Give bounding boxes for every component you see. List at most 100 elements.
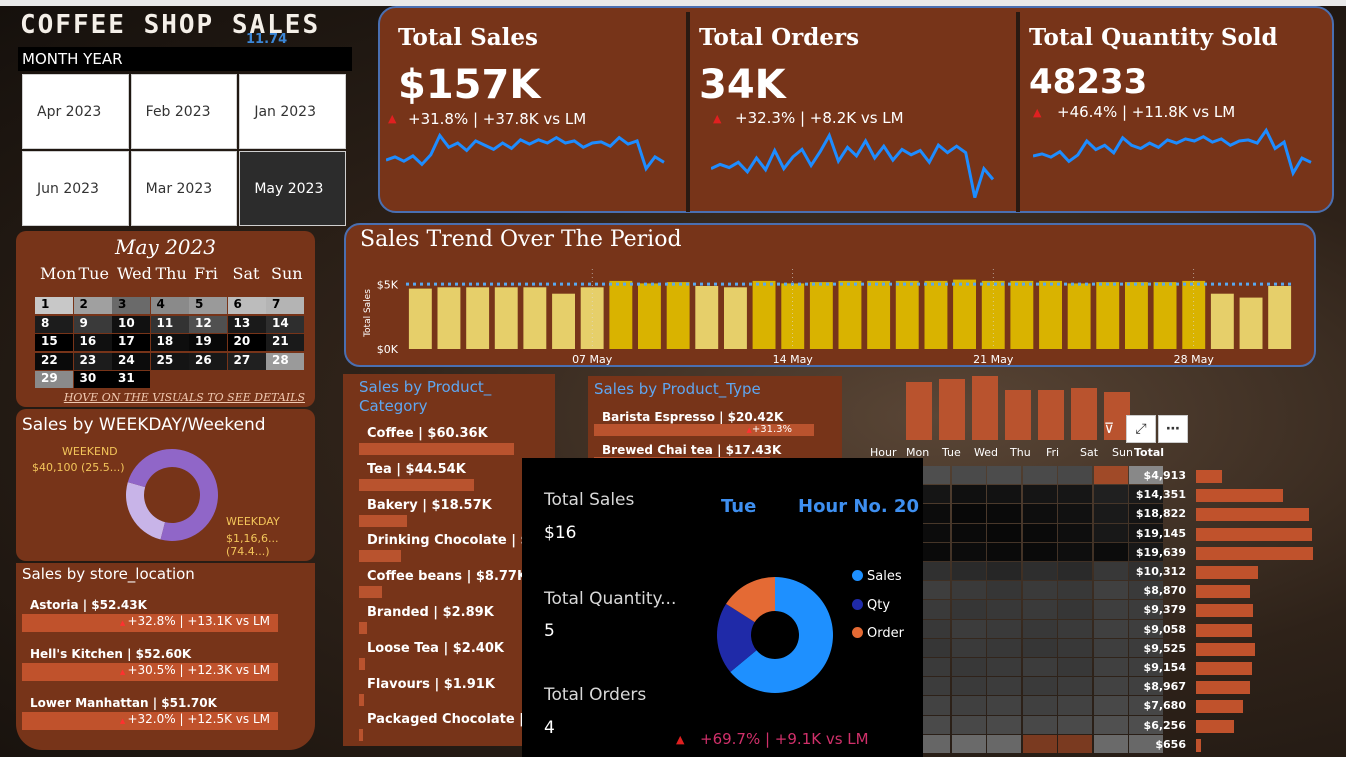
store-bar[interactable]: ▲ +30.5% | +12.3K vs LM	[22, 663, 278, 681]
heatmap-cell[interactable]	[1058, 504, 1092, 523]
calendar-day[interactable]: 17	[112, 334, 150, 351]
hour-total-bar[interactable]	[1196, 662, 1252, 675]
calendar-day[interactable]: 8	[35, 315, 73, 333]
category-bar[interactable]	[359, 550, 401, 563]
calendar-day[interactable]: 4	[150, 297, 189, 314]
calendar-day[interactable]: 13	[227, 315, 266, 333]
focus-mode-icon[interactable]: ⤢	[1126, 415, 1156, 443]
calendar-day[interactable]: 31	[112, 371, 150, 388]
heatmap-cell[interactable]	[1058, 542, 1092, 561]
weekday-donut[interactable]	[122, 445, 222, 545]
heatmap-cell[interactable]	[1022, 542, 1057, 561]
calendar-day[interactable]: 25	[150, 352, 189, 370]
heatmap-cell[interactable]	[987, 619, 1021, 638]
heatmap-cell[interactable]	[987, 562, 1021, 581]
hour-total-bar[interactable]	[1196, 642, 1255, 656]
heatmap-cell[interactable]	[1093, 581, 1128, 600]
hour-total-bar[interactable]	[1196, 489, 1283, 503]
month-option[interactable]: Mar 2023	[130, 151, 238, 226]
hour-total-bar[interactable]	[1196, 700, 1243, 714]
calendar-day[interactable]: 29	[35, 371, 73, 388]
heatmap-cell[interactable]	[987, 677, 1021, 696]
category-bar[interactable]	[359, 622, 367, 634]
heatmap-cell[interactable]	[951, 600, 986, 619]
calendar-day[interactable]: 9	[73, 315, 112, 333]
heatmap-cell[interactable]	[1093, 523, 1128, 542]
heatmap-cell[interactable]	[1022, 504, 1057, 523]
calendar-day[interactable]: 24	[112, 352, 150, 370]
heatmap-cell[interactable]	[1058, 466, 1092, 485]
heatmap-cell[interactable]	[951, 658, 986, 677]
heatmap-cell[interactable]	[987, 734, 1021, 753]
heatmap-cell[interactable]	[987, 466, 1021, 485]
calendar-day[interactable]: 18	[150, 334, 189, 351]
heatmap-cell[interactable]	[951, 466, 986, 485]
category-bar[interactable]	[359, 657, 366, 670]
calendar-day[interactable]: 22	[35, 352, 73, 370]
filter-icon[interactable]: ⊽	[1094, 415, 1124, 443]
calendar-day[interactable]: 16	[73, 334, 112, 351]
calendar-day[interactable]: 3	[112, 297, 150, 314]
heatmap-cell[interactable]	[1093, 562, 1128, 581]
heatmap-cell[interactable]	[1022, 562, 1057, 581]
heatmap-cell[interactable]	[951, 619, 986, 638]
calendar-day[interactable]: 21	[266, 334, 304, 351]
heatmap-cell[interactable]	[951, 562, 986, 581]
heatmap-cell[interactable]	[1093, 600, 1128, 619]
heatmap-cell[interactable]	[1058, 523, 1092, 542]
heatmap-cell[interactable]	[951, 677, 986, 696]
heatmap-cell[interactable]	[1058, 581, 1092, 600]
heatmap-cell[interactable]	[1022, 658, 1057, 677]
heatmap-cell[interactable]	[987, 600, 1021, 619]
heatmap-cell[interactable]	[987, 542, 1021, 561]
calendar-day[interactable]: 14	[266, 315, 304, 333]
weekday-total-bar[interactable]	[906, 382, 932, 440]
heatmap-cell[interactable]	[1093, 466, 1128, 485]
calendar-day[interactable]: 5	[189, 297, 227, 314]
heatmap-cell[interactable]	[1093, 696, 1128, 715]
heatmap-cell[interactable]	[951, 734, 986, 753]
calendar-day[interactable]: 10	[112, 315, 150, 333]
heatmap-cell[interactable]	[987, 485, 1021, 504]
heatmap-cell[interactable]	[1022, 466, 1057, 485]
heatmap-cell[interactable]	[1022, 485, 1057, 504]
hour-total-bar[interactable]	[1196, 719, 1234, 733]
heatmap-cell[interactable]	[1022, 638, 1057, 657]
heatmap-cell[interactable]	[951, 696, 986, 715]
hour-total-bar[interactable]	[1196, 508, 1309, 522]
calendar-day[interactable]: 27	[227, 352, 266, 370]
heatmap-cell[interactable]	[987, 638, 1021, 657]
calendar-day[interactable]: 23	[73, 352, 112, 370]
calendar-day[interactable]: 30	[73, 371, 112, 388]
calendar-day[interactable]: 19	[189, 334, 227, 351]
calendar-day[interactable]: 1	[35, 297, 73, 314]
heatmap-cell[interactable]	[987, 581, 1021, 600]
heatmap-cell[interactable]	[1022, 619, 1057, 638]
product-type-bar[interactable]: ▲+31.3%	[594, 424, 814, 436]
calendar-day[interactable]: 2	[73, 297, 112, 314]
calendar-day[interactable]: 6	[227, 297, 266, 314]
calendar-day[interactable]: 12	[189, 315, 227, 333]
kpi-total-sales[interactable]: Total Sales $157K ▲ +31.8% | +37.8K vs L…	[380, 8, 686, 213]
month-option[interactable]: May 2023	[239, 151, 346, 226]
category-bar[interactable]	[359, 693, 364, 706]
heatmap-cell[interactable]	[951, 581, 986, 600]
heatmap-cell[interactable]	[1058, 485, 1092, 504]
hour-total-bar[interactable]	[1196, 604, 1253, 618]
heatmap-cell[interactable]	[1093, 485, 1128, 504]
calendar-day[interactable]: 20	[227, 334, 266, 351]
weekday-total-bar[interactable]	[1005, 390, 1031, 440]
heatmap-cell[interactable]	[1093, 715, 1128, 734]
heatmap-cell[interactable]	[987, 658, 1021, 677]
heatmap-cell[interactable]	[987, 523, 1021, 542]
heatmap-cell[interactable]	[951, 715, 986, 734]
category-bar[interactable]	[359, 478, 474, 491]
heatmap-cell[interactable]	[987, 504, 1021, 523]
heatmap-cell[interactable]	[951, 504, 986, 523]
heatmap-cell[interactable]	[1058, 658, 1092, 677]
hour-total-bar[interactable]	[1196, 585, 1250, 599]
heatmap-cell[interactable]	[1022, 523, 1057, 542]
hour-total-bar[interactable]	[1196, 681, 1250, 695]
weekday-total-bar[interactable]	[939, 379, 965, 440]
hour-total-bar[interactable]	[1196, 527, 1312, 541]
